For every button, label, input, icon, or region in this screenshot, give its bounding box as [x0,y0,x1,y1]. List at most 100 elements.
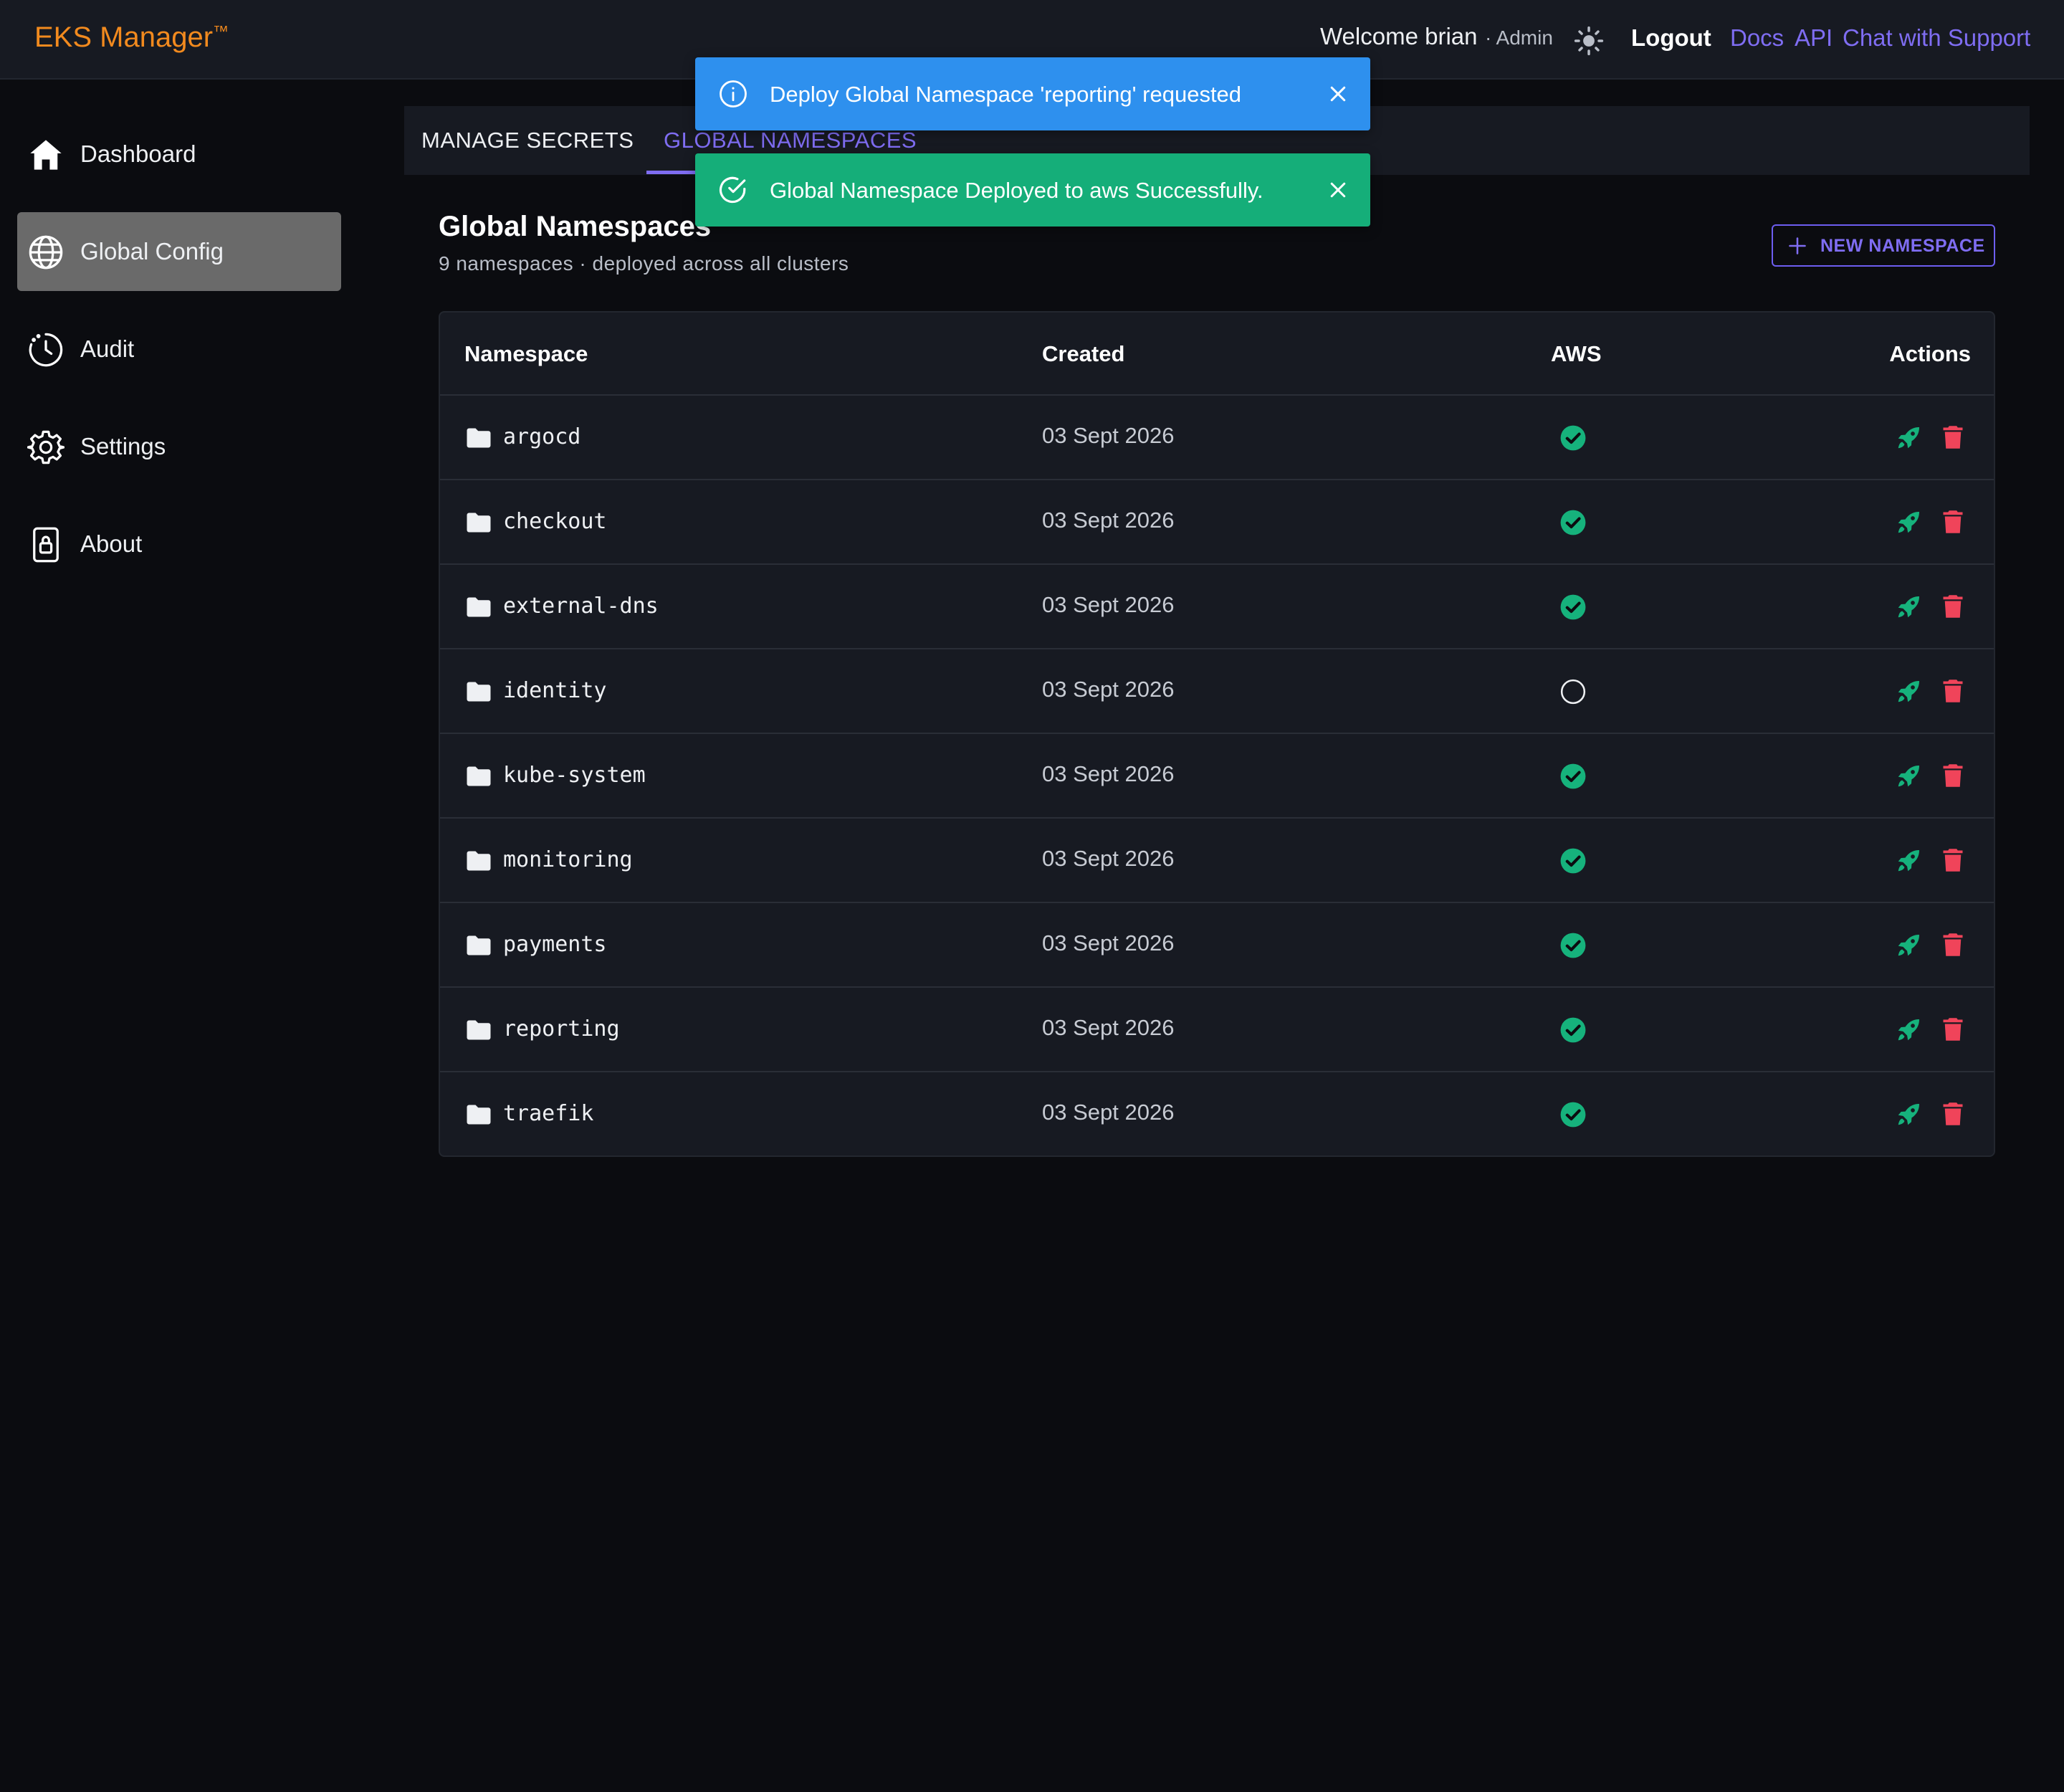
success-toast: Global Namespace Deployed to aws Success… [695,153,1370,227]
table-row: external-dns 03 Sept 2026 [440,563,1994,648]
brand-trademark: ™ [213,22,229,40]
sidebar-item-label: Audit [80,335,135,362]
info-toast: Deploy Global Namespace 'reporting' requ… [695,57,1370,130]
trash-icon[interactable] [1942,763,1964,788]
created-date: 03 Sept 2026 [1042,677,1175,702]
folder-icon [467,597,491,617]
check-circle-icon [1560,510,1586,535]
brand-name: EKS Manager [34,22,214,53]
rocket-icon[interactable] [1895,509,1922,536]
created-date: 03 Sept 2026 [1042,1100,1175,1125]
folder-icon [467,1020,491,1040]
check-circle-icon [1560,933,1586,958]
folder-icon [467,1105,491,1125]
toast-message: Deploy Global Namespace 'reporting' requ… [770,82,1242,107]
check-circle-icon [1560,425,1586,451]
created-date: 03 Sept 2026 [1042,592,1175,617]
new-namespace-button[interactable]: NEW NAMESPACE [1772,224,1995,267]
tab-global-namespaces[interactable]: GLOBAL NAMESPACES [664,128,917,153]
new-namespace-label: NEW NAMESPACE [1820,236,1985,256]
folder-icon [467,766,491,786]
brand-logo[interactable]: EKS Manager™ [34,22,229,54]
namespace-name: reporting [503,1016,620,1042]
rocket-icon[interactable] [1895,594,1922,621]
created-date: 03 Sept 2026 [1042,761,1175,786]
globe-icon [29,235,63,270]
column-header-aws: AWS [1551,341,1602,366]
table-row: checkout 03 Sept 2026 [440,479,1994,563]
api-link[interactable]: API [1795,24,1833,52]
sidebar-item-about[interactable]: About [17,505,341,583]
rocket-icon[interactable] [1895,847,1922,874]
chat-support-link[interactable]: Chat with Support [1843,24,2030,52]
sun-icon[interactable] [1574,26,1604,56]
created-date: 03 Sept 2026 [1042,423,1175,448]
column-header-namespace[interactable]: Namespace [464,341,588,367]
info-icon [720,80,747,108]
folder-icon [467,935,491,955]
namespace-name: argocd [503,424,581,449]
check-circle-icon [719,176,746,204]
sidebar-item-global-config[interactable]: Global Config [17,212,341,291]
trash-icon[interactable] [1942,424,1964,450]
plus-icon [1789,237,1806,254]
check-circle-icon [1560,594,1586,620]
check-circle-icon [1560,1102,1586,1128]
sidebar-item-settings[interactable]: Settings [17,407,341,486]
namespace-name: monitoring [503,847,633,872]
check-circle-icon [1560,763,1586,789]
column-header-created[interactable]: Created [1042,341,1124,367]
table-row: argocd 03 Sept 2026 [440,394,1994,479]
folder-icon [467,682,491,702]
docs-link[interactable]: Docs [1730,24,1784,52]
rocket-icon[interactable] [1895,1101,1922,1128]
rocket-icon[interactable] [1895,932,1922,959]
folder-icon [467,428,491,448]
created-date: 03 Sept 2026 [1042,507,1175,533]
clock-icon [29,333,63,367]
created-date: 03 Sept 2026 [1042,930,1175,955]
home-icon [30,140,62,170]
page-subtitle: 9 namespaces · deployed across all clust… [439,252,849,275]
rocket-icon[interactable] [1895,763,1922,790]
sidebar-item-audit[interactable]: Audit [17,310,341,389]
sidebar-item-label: Global Config [80,238,224,264]
rocket-icon[interactable] [1895,424,1922,452]
table-row: reporting 03 Sept 2026 [440,986,1994,1071]
trash-icon[interactable] [1942,509,1964,535]
namespace-name: external-dns [503,594,659,619]
table-row: identity 03 Sept 2026 [440,648,1994,733]
namespaces-table: Namespace Created AWS Actions argocd 03 … [439,311,1995,1157]
folder-icon [467,851,491,871]
user-role: · Admin [1485,27,1553,49]
namespace-name: identity [503,678,607,703]
trash-icon[interactable] [1942,932,1964,958]
created-date: 03 Sept 2026 [1042,846,1175,871]
namespace-name: traefik [503,1101,594,1126]
trash-icon[interactable] [1942,1016,1964,1042]
namespace-name: payments [503,932,607,957]
empty-circle-icon [1560,679,1586,705]
column-header-actions: Actions [1889,341,1971,366]
page-title: Global Namespaces [439,211,712,242]
table-row: kube-system 03 Sept 2026 [440,733,1994,817]
gear-icon [27,430,64,464]
table-row: payments 03 Sept 2026 [440,902,1994,986]
rocket-icon[interactable] [1895,1016,1922,1044]
logout-button[interactable]: Logout [1631,24,1711,52]
trash-icon[interactable] [1942,1101,1964,1127]
trash-icon[interactable] [1942,678,1964,704]
rocket-icon[interactable] [1895,678,1922,705]
tab-manage-secrets[interactable]: MANAGE SECRETS [421,128,634,153]
close-icon[interactable] [1327,179,1349,201]
created-date: 03 Sept 2026 [1042,1015,1175,1040]
namespace-name: kube-system [503,763,646,788]
sidebar-item-label: Dashboard [80,140,196,167]
trash-icon[interactable] [1942,847,1964,873]
trash-icon[interactable] [1942,594,1964,619]
sidebar-item-dashboard[interactable]: Dashboard [17,115,341,194]
table-row: traefik 03 Sept 2026 [440,1071,1994,1155]
lock-icon [33,527,59,563]
close-icon[interactable] [1327,83,1349,105]
toast-message: Global Namespace Deployed to aws Success… [770,178,1263,203]
